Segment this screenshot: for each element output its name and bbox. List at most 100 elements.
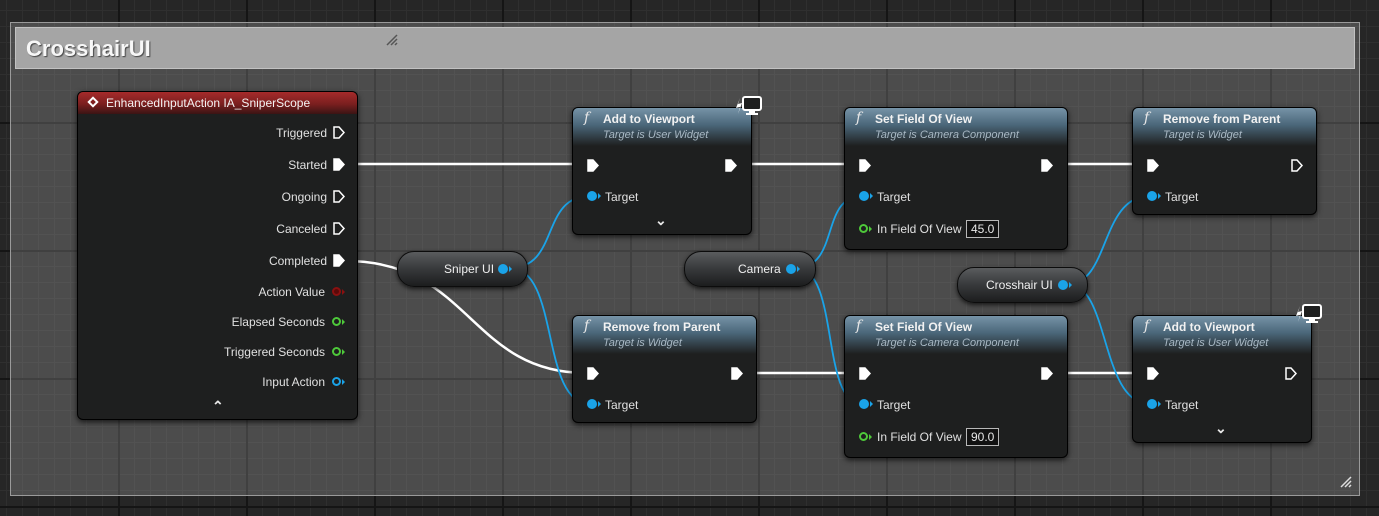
node-header[interactable]: f Add to Viewport Target is User Widget: [1133, 316, 1311, 354]
set-field-of-view-node[interactable]: f Set Field Of View Target is Camera Com…: [844, 315, 1068, 458]
exec-out-icon[interactable]: [333, 222, 345, 235]
add-to-viewport-node[interactable]: f Add to Viewport Target is User Widget …: [1132, 315, 1312, 443]
pin-label: Target: [605, 398, 639, 412]
float-pin-icon[interactable]: [332, 347, 341, 356]
pin-label: Triggered: [276, 126, 327, 140]
pin-label: Triggered Seconds: [224, 345, 325, 359]
pin-label: Completed: [268, 254, 327, 268]
object-pin-icon[interactable]: [1058, 280, 1068, 290]
object-pin-icon[interactable]: [786, 264, 796, 274]
collapse-chevron-up-icon[interactable]: ⌃: [212, 398, 224, 415]
function-icon: f: [584, 318, 590, 334]
node-title: Remove from Parent: [603, 320, 721, 334]
pin-arrow-icon: [870, 401, 873, 407]
exec-out-icon[interactable]: [1041, 367, 1053, 380]
exec-out-icon[interactable]: [333, 126, 345, 139]
pin-arrow-icon: [870, 193, 873, 199]
pin-label: Target: [605, 190, 639, 204]
exec-in-icon[interactable]: [587, 159, 599, 172]
pin-arrow-icon: [1158, 193, 1161, 199]
pin-label: Target: [877, 190, 911, 204]
object-pin-icon[interactable]: [498, 264, 508, 274]
pin-label: Elapsed Seconds: [231, 315, 325, 329]
exec-in-icon[interactable]: [1147, 159, 1159, 172]
exec-in-icon[interactable]: [587, 367, 599, 380]
event-header[interactable]: EnhancedInputAction IA_SniperScope: [78, 92, 357, 114]
pin-label: Input Action: [262, 375, 325, 389]
fov-value-input[interactable]: 45.0: [966, 220, 1000, 238]
remove-from-parent-node[interactable]: f Remove from Parent Target is Widget Ta…: [572, 315, 757, 423]
remove-from-parent-node[interactable]: f Remove from Parent Target is Widget Ta…: [1132, 107, 1317, 215]
pin-label: In Field Of View: [877, 222, 962, 236]
set-field-of-view-node[interactable]: f Set Field Of View Target is Camera Com…: [844, 107, 1068, 250]
node-header[interactable]: f Add to Viewport Target is User Widget: [573, 108, 751, 146]
variable-label: Camera: [738, 262, 781, 276]
exec-out-icon[interactable]: [731, 367, 743, 380]
exec-out-icon[interactable]: [333, 254, 345, 267]
pin-arrow-icon: [1158, 401, 1161, 407]
exec-in-icon[interactable]: [859, 159, 871, 172]
function-icon: f: [856, 110, 862, 126]
object-pin-icon[interactable]: [332, 377, 341, 386]
node-title: Add to Viewport: [603, 112, 695, 126]
sniper-ui-variable[interactable]: Sniper UI: [397, 251, 528, 287]
node-title: Remove from Parent: [1163, 112, 1281, 126]
function-icon: f: [584, 110, 590, 126]
expand-chevron-down-icon[interactable]: ⌄: [655, 212, 667, 229]
function-icon: f: [1144, 318, 1150, 334]
pin-arrow-icon: [797, 266, 800, 272]
pin-arrow-icon: [869, 434, 872, 440]
pin-label: Target: [1165, 398, 1199, 412]
pin-arrow-icon: [342, 319, 345, 325]
node-subtitle: Target is Camera Component: [875, 337, 1019, 349]
variable-label: Sniper UI: [444, 262, 495, 276]
pin-arrow-icon: [342, 289, 345, 295]
pin-label: Action Value: [258, 285, 326, 299]
object-pin-icon[interactable]: [1147, 191, 1157, 201]
object-pin-icon[interactable]: [859, 399, 869, 409]
fov-value-input[interactable]: 90.0: [966, 428, 1000, 446]
exec-out-icon[interactable]: [1291, 159, 1303, 172]
node-subtitle: Target is Widget: [1163, 129, 1242, 141]
object-pin-icon[interactable]: [859, 191, 869, 201]
pin-label: Ongoing: [281, 190, 327, 204]
expand-chevron-down-icon[interactable]: ⌄: [1215, 420, 1227, 437]
float-pin-icon[interactable]: [859, 224, 868, 233]
float-pin-icon[interactable]: [332, 317, 341, 326]
exec-out-icon[interactable]: [333, 158, 345, 171]
node-title: Set Field Of View: [875, 320, 973, 334]
exec-in-icon[interactable]: [1147, 367, 1159, 380]
node-header[interactable]: f Remove from Parent Target is Widget: [1133, 108, 1316, 146]
node-title: Set Field Of View: [875, 112, 973, 126]
function-icon: f: [856, 318, 862, 334]
node-subtitle: Target is Camera Component: [875, 129, 1019, 141]
exec-in-icon[interactable]: [859, 367, 871, 380]
exec-out-icon[interactable]: [725, 159, 737, 172]
camera-variable[interactable]: Camera: [684, 251, 816, 287]
struct-pin-icon[interactable]: [332, 287, 341, 296]
exec-out-icon[interactable]: [1285, 367, 1297, 380]
event-node[interactable]: EnhancedInputAction IA_SniperScope Trigg…: [77, 91, 358, 420]
float-pin-icon[interactable]: [859, 432, 868, 441]
crosshair-ui-variable[interactable]: Crosshair UI: [957, 267, 1088, 303]
object-pin-icon[interactable]: [1147, 399, 1157, 409]
event-title: EnhancedInputAction IA_SniperScope: [106, 96, 311, 110]
pin-arrow-icon: [342, 379, 345, 385]
event-diamond-icon: [87, 96, 99, 108]
node-subtitle: Target is Widget: [603, 337, 682, 349]
pin-label: Started: [288, 158, 327, 172]
function-icon: f: [1144, 110, 1150, 126]
exec-out-icon[interactable]: [1041, 159, 1053, 172]
variable-label: Crosshair UI: [986, 278, 1053, 292]
exec-out-icon[interactable]: [333, 190, 345, 203]
node-header[interactable]: f Remove from Parent Target is Widget: [573, 316, 756, 354]
node-header[interactable]: f Set Field Of View Target is Camera Com…: [845, 316, 1067, 354]
pin-arrow-icon: [869, 226, 872, 232]
object-pin-icon[interactable]: [587, 399, 597, 409]
node-header[interactable]: f Set Field Of View Target is Camera Com…: [845, 108, 1067, 146]
pin-arrow-icon: [509, 266, 512, 272]
pin-arrow-icon: [598, 401, 601, 407]
add-to-viewport-node[interactable]: f Add to Viewport Target is User Widget …: [572, 107, 752, 235]
object-pin-icon[interactable]: [587, 191, 597, 201]
pin-label: In Field Of View: [877, 430, 962, 444]
